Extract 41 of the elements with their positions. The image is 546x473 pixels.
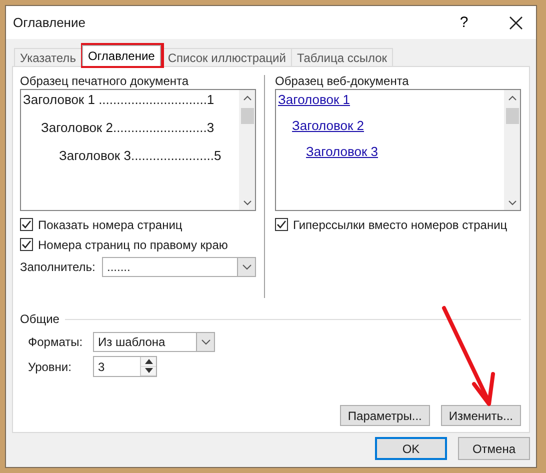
heading-link[interactable]: Заголовок 2 [292,118,364,133]
heading-link[interactable]: Заголовок 1 [278,92,350,107]
dialog-button[interactable]: OK [375,437,447,460]
checkbox-label: Гиперссылки вместо номеров страниц [293,218,508,232]
toc-entry: Заголовок 2..........................3 [40,120,216,137]
field-label: Заполнитель: [20,260,96,274]
dialog-button[interactable]: Отмена [458,437,530,460]
chevron-down-icon [200,339,210,345]
scrollbar[interactable] [504,90,520,210]
leader-dropdown[interactable]: ....... [102,257,256,277]
checkbox-label: Показать номера страниц [38,218,182,232]
scrollbar[interactable] [239,90,256,210]
spin-up-button[interactable] [141,357,156,366]
tab[interactable]: Список иллюстраций [162,48,292,66]
section-label: Образец печатного документа [20,73,190,89]
window-title: Оглавление [13,15,86,30]
formats-dropdown[interactable]: Из шаблона [93,332,215,352]
checkbox[interactable] [20,238,33,251]
checkbox-label: Номера страниц по правому краю [38,238,228,252]
triangle-up-icon [144,358,152,364]
chevron-down-icon [242,264,252,270]
toc-entry: Заголовок 3.......................5 [58,148,222,165]
tab[interactable]: Указатель [14,48,82,66]
field-label: Форматы: [28,335,84,349]
checkbox[interactable] [20,218,33,231]
close-icon [509,16,523,30]
scrollbar-thumb[interactable] [506,108,518,124]
section-label: Образец веб-документа [275,73,410,89]
field-label: Уровни: [28,360,72,374]
tab[interactable]: Таблица ссылок [290,48,394,66]
group-title: Общие [20,312,60,326]
scrollbar-thumb[interactable] [240,108,254,124]
toc-entry: Заголовок 1 ..............................1 [23,92,216,109]
checkbox[interactable] [275,218,288,231]
levels-spinner[interactable]: 3 [93,356,157,377]
panel-button[interactable]: Изменить... [440,405,521,426]
help-button[interactable]: ? [444,8,484,38]
triangle-down-icon [144,368,152,374]
heading-link[interactable]: Заголовок 3 [306,144,378,159]
tab[interactable]: Оглавление [82,45,161,66]
panel-button[interactable]: Параметры... [340,405,430,426]
